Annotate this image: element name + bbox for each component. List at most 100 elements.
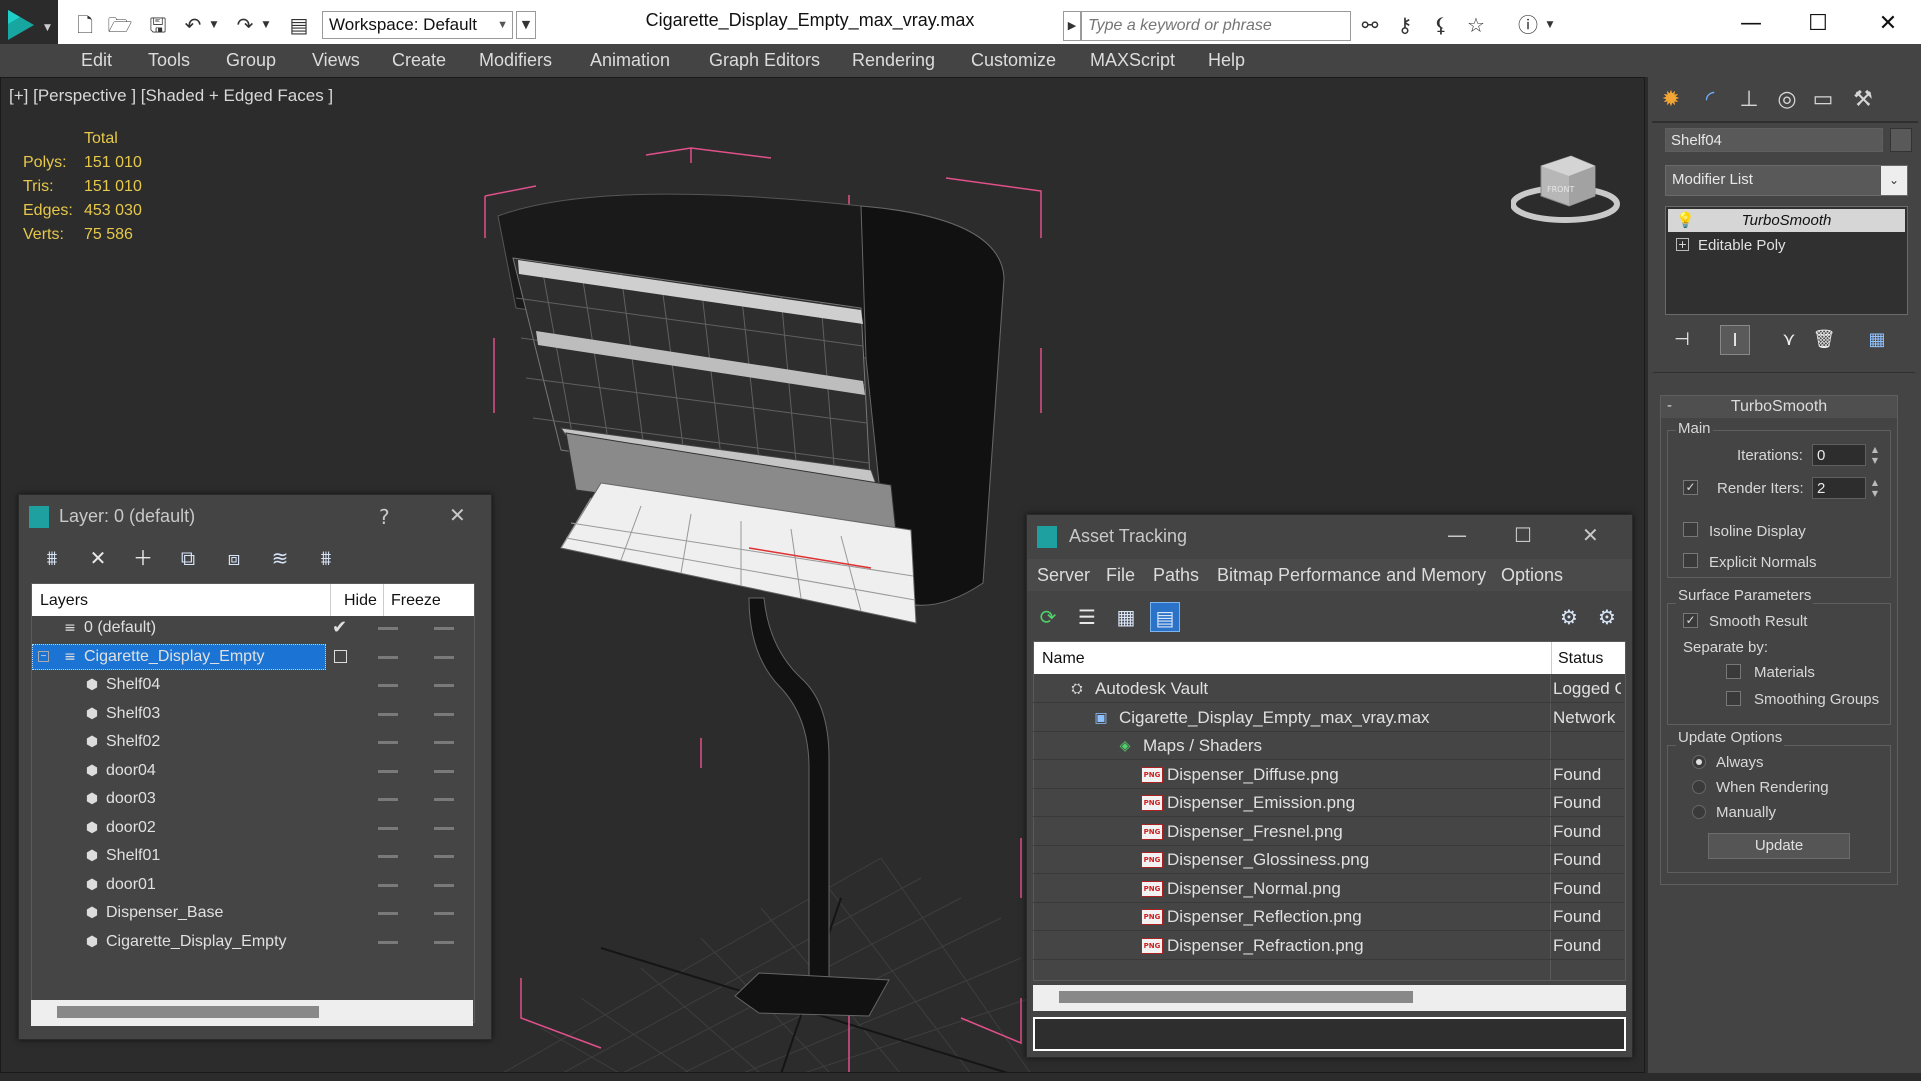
display-tab-icon[interactable]: ▭ xyxy=(1806,85,1840,115)
scrollbar-thumb[interactable] xyxy=(57,1006,319,1018)
scrollbar-thumb[interactable] xyxy=(1059,991,1413,1003)
menu-views[interactable]: Views xyxy=(312,50,360,71)
configure-modifier-sets-icon[interactable]: ▦ xyxy=(1862,325,1892,355)
freeze-toggle[interactable] xyxy=(434,855,454,858)
hide-toggle[interactable] xyxy=(378,655,398,659)
menu-animation[interactable]: Animation xyxy=(590,50,670,71)
modifier-list-dropdown[interactable]: Modifier List ⌄ xyxy=(1665,165,1908,196)
layer-row[interactable]: ⬢ Shelf02 xyxy=(32,728,472,756)
asset-row[interactable]: PNG Dispenser_Diffuse.png Found xyxy=(1033,761,1624,789)
asset-row[interactable]: PNG Dispenser_Fresnel.png Found xyxy=(1033,818,1624,846)
help-icon[interactable]: ⓘ xyxy=(1515,12,1541,38)
make-unique-icon[interactable]: ⋎ xyxy=(1774,325,1804,355)
asset-row[interactable]: ⛭ Autodesk Vault Logged C xyxy=(1033,675,1624,703)
menu-server[interactable]: Server xyxy=(1037,565,1090,586)
freeze-toggle[interactable] xyxy=(434,826,454,830)
hide-all-icon[interactable]: ≋ xyxy=(265,543,295,573)
menu-maxscript[interactable]: MAXScript xyxy=(1090,50,1175,71)
column-layers[interactable]: Layers xyxy=(40,592,88,610)
freeze-all-icon[interactable]: ⩩ xyxy=(311,543,341,573)
project-folder-icon[interactable]: ▤ xyxy=(286,12,312,38)
minimize-icon[interactable]: — xyxy=(1447,523,1467,547)
hide-toggle[interactable] xyxy=(378,855,398,858)
asset-row[interactable]: PNG Dispenser_Refraction.png Found xyxy=(1033,932,1624,960)
isoline-display-checkbox[interactable] xyxy=(1683,522,1698,537)
search-input[interactable] xyxy=(1081,11,1351,41)
menu-rendering[interactable]: Rendering xyxy=(852,50,935,71)
signin-icon[interactable]: ⚸ xyxy=(1428,12,1454,38)
undo-dropdown-icon[interactable]: ▼ xyxy=(207,12,221,38)
app-logo[interactable]: ▼ xyxy=(0,0,58,50)
create-tab-icon[interactable]: ✹ xyxy=(1654,85,1688,115)
search-expand-icon[interactable]: ▶ xyxy=(1063,11,1081,41)
asset-row[interactable]: PNG Dispenser_Glossiness.png Found xyxy=(1033,846,1624,874)
menu-file[interactable]: File xyxy=(1106,565,1135,586)
select-objects-icon[interactable]: ⧉ xyxy=(173,543,203,573)
freeze-toggle[interactable] xyxy=(434,798,454,801)
maximize-icon[interactable]: ☐ xyxy=(1514,523,1532,547)
active-layer-check-icon[interactable]: ✔ xyxy=(332,614,347,642)
freeze-toggle[interactable] xyxy=(434,655,454,659)
layer-row[interactable]: ⬢ Dispenser_Base xyxy=(32,899,472,927)
layer-row[interactable]: ⬢ Shelf04 xyxy=(32,671,472,699)
hide-toggle[interactable] xyxy=(378,883,398,887)
refresh-icon[interactable]: ⟳ xyxy=(1033,602,1063,632)
menu-modifiers[interactable]: Modifiers xyxy=(479,50,552,71)
redo-dropdown-icon[interactable]: ▼ xyxy=(259,12,273,38)
help-dropdown-icon[interactable]: ▼ xyxy=(1543,12,1557,38)
minimize-icon[interactable]: — xyxy=(1721,6,1781,42)
dialog-titlebar[interactable]: Asset Tracking — ☐ ✕ xyxy=(1027,515,1632,559)
asset-path-field[interactable] xyxy=(1033,1017,1626,1051)
thumbnail-view-icon[interactable]: ▦ xyxy=(1111,602,1141,632)
close-icon[interactable]: ✕ xyxy=(1858,6,1918,42)
object-name-field[interactable] xyxy=(1665,128,1883,152)
asset-row[interactable]: PNG Dispenser_Emission.png Found xyxy=(1033,789,1624,817)
table-view-icon[interactable]: ▤ xyxy=(1150,602,1180,632)
freeze-toggle[interactable] xyxy=(434,741,454,744)
set-active-layer-icon[interactable] xyxy=(334,649,347,663)
asset-row[interactable]: ◈ Maps / Shaders xyxy=(1033,732,1624,760)
open-file-icon[interactable]: 🗁 xyxy=(107,12,133,38)
iterations-spinner[interactable] xyxy=(1812,444,1866,466)
freeze-toggle[interactable] xyxy=(434,769,454,773)
new-file-icon[interactable]: 🗋 xyxy=(72,12,98,38)
hide-toggle[interactable] xyxy=(378,826,398,830)
explicit-normals-checkbox[interactable] xyxy=(1683,553,1698,568)
modifier-stack[interactable]: 💡 TurboSmooth + Editable Poly xyxy=(1665,206,1908,315)
pin-stack-icon[interactable]: ⊣ xyxy=(1667,325,1697,355)
modify-tab-icon[interactable]: ◜ xyxy=(1693,85,1727,115)
layer-row[interactable]: ⬢ door02 xyxy=(32,814,472,842)
undo-icon[interactable]: ↶ xyxy=(180,12,206,38)
horizontal-scrollbar[interactable] xyxy=(1033,985,1626,1011)
vault-settings-icon[interactable]: ⚙ xyxy=(1592,602,1622,632)
save-icon[interactable]: 🖫 xyxy=(145,12,171,38)
redo-icon[interactable]: ↷ xyxy=(232,12,258,38)
object-color-swatch[interactable] xyxy=(1890,128,1912,152)
asset-row[interactable]: PNG Dispenser_Reflection.png Found xyxy=(1033,903,1624,931)
layer-row[interactable]: ⬢ door04 xyxy=(32,757,472,785)
column-status[interactable]: Status xyxy=(1558,650,1603,668)
menu-options[interactable]: Options xyxy=(1501,565,1563,586)
freeze-toggle[interactable] xyxy=(434,912,454,915)
stack-item-turbosmooth[interactable]: 💡 TurboSmooth xyxy=(1668,209,1905,232)
workspace-dropdown[interactable]: Workspace: Default ▼ xyxy=(322,11,513,39)
column-hide[interactable]: Hide xyxy=(344,592,377,610)
collapse-minus-icon[interactable]: − xyxy=(38,650,49,662)
favorites-star-icon[interactable]: ☆ xyxy=(1463,12,1489,38)
utilities-tab-icon[interactable]: ⚒ xyxy=(1846,85,1880,115)
materials-checkbox[interactable] xyxy=(1726,664,1741,679)
layer-row[interactable]: ⬢ Shelf03 xyxy=(32,700,472,728)
spinner-arrows-icon[interactable]: ▲ ▼ xyxy=(1868,477,1882,499)
render-iters-checkbox[interactable]: ✓ xyxy=(1683,480,1698,495)
freeze-toggle[interactable] xyxy=(434,627,454,630)
freeze-toggle[interactable] xyxy=(434,684,454,687)
expand-plus-icon[interactable]: + xyxy=(1676,238,1689,251)
rollout-header[interactable]: - TurboSmooth xyxy=(1661,396,1897,418)
highlight-layer-icon[interactable]: ⧈ xyxy=(219,543,249,573)
add-to-layer-icon[interactable]: ＋ xyxy=(128,543,158,573)
spinner-arrows-icon[interactable]: ▲ ▼ xyxy=(1868,444,1882,466)
column-freeze[interactable]: Freeze xyxy=(391,592,441,610)
key-icon[interactable]: ⚷ xyxy=(1392,12,1418,38)
layer-row[interactable]: ⬢ Shelf01 xyxy=(32,842,472,870)
binoculars-icon[interactable]: ⚯ xyxy=(1357,12,1383,38)
